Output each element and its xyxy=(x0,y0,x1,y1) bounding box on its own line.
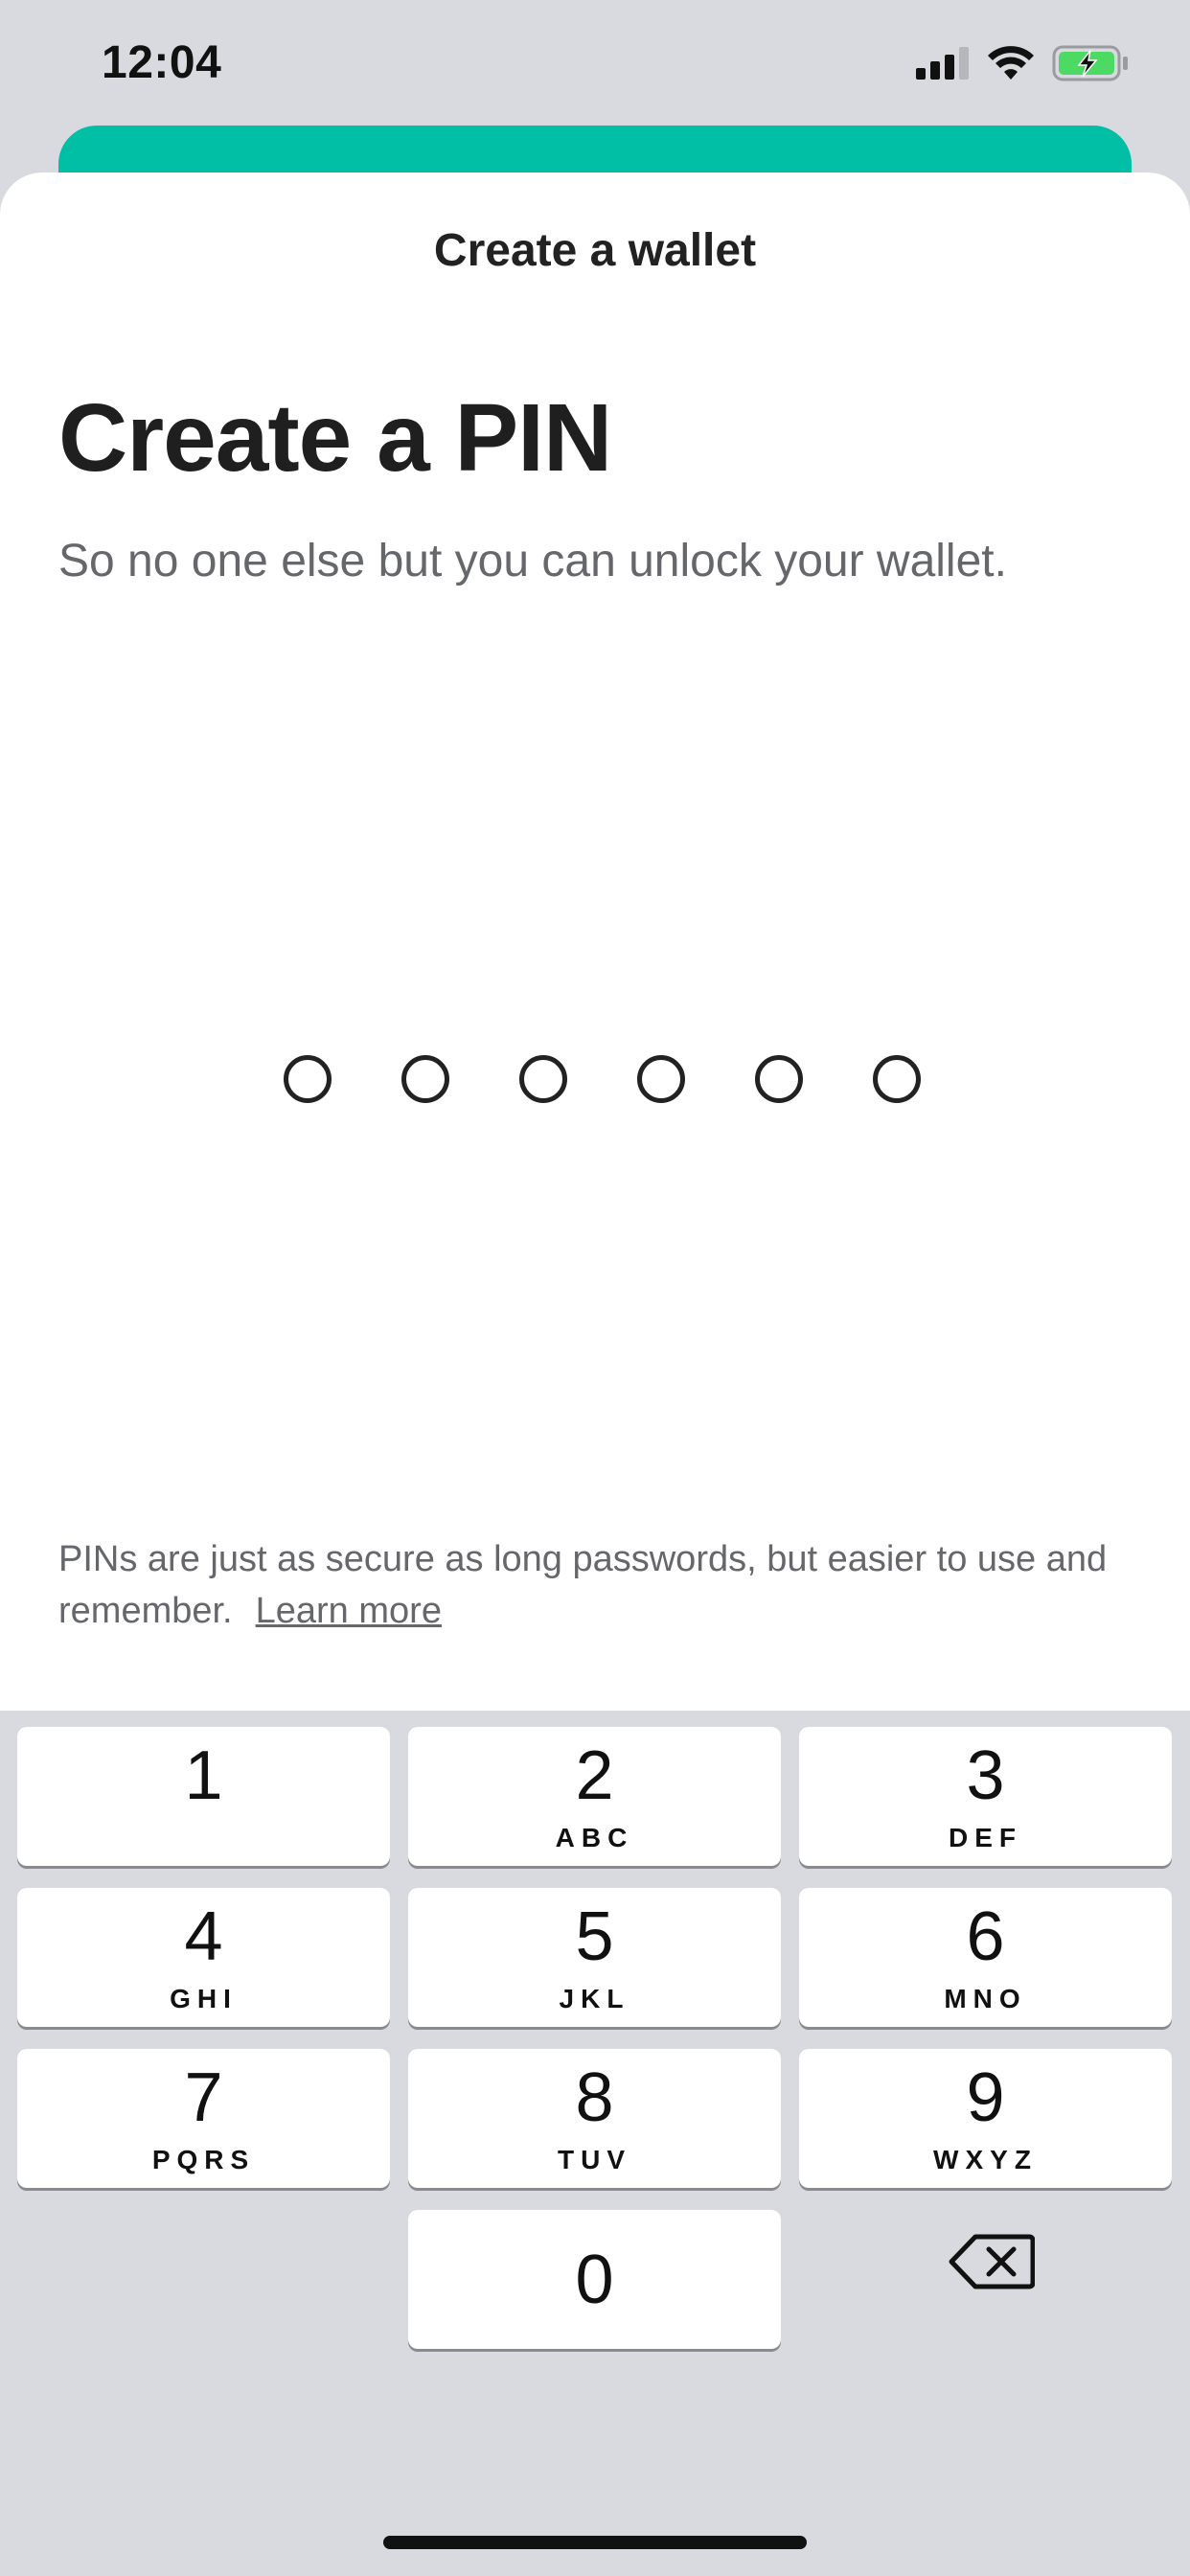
key-digit: 8 xyxy=(575,2059,614,2136)
key-letters: DEF xyxy=(949,1823,1022,1852)
key-digit: 5 xyxy=(575,1898,614,1975)
numeric-keypad: 1 2 ABC 3 DEF 4 GHI 5 JKL 6 MNO 7 PQRS 8… xyxy=(0,1711,1190,2576)
key-letters: JKL xyxy=(559,1984,630,2013)
key-0[interactable]: 0 xyxy=(408,2210,781,2349)
key-letters: TUV xyxy=(558,2145,631,2174)
pin-dot xyxy=(755,1055,803,1103)
key-digit: 7 xyxy=(184,2059,223,2136)
key-1[interactable]: 1 xyxy=(17,1727,390,1866)
key-8[interactable]: 8 TUV xyxy=(408,2049,781,2188)
page-subheading: So no one else but you can unlock your w… xyxy=(58,536,1007,586)
key-7[interactable]: 7 PQRS xyxy=(17,2049,390,2188)
status-time: 12:04 xyxy=(102,37,222,88)
pin-indicator xyxy=(284,1055,921,1103)
key-5[interactable]: 5 JKL xyxy=(408,1888,781,2027)
pin-info-text: PINs are just as secure as long password… xyxy=(58,1539,1108,1631)
pin-dot xyxy=(401,1055,449,1103)
backspace-button[interactable] xyxy=(949,2233,1036,2290)
key-digit: 0 xyxy=(575,2242,614,2318)
pin-dot xyxy=(284,1055,332,1103)
key-9[interactable]: 9 WXYZ xyxy=(799,2049,1172,2188)
key-digit: 6 xyxy=(966,1898,1005,1975)
key-letters: GHI xyxy=(170,1984,238,2013)
key-digit: 4 xyxy=(184,1898,223,1975)
battery-charging-icon xyxy=(1052,45,1129,86)
wifi-icon xyxy=(987,45,1035,86)
modal-title: Create a wallet xyxy=(433,225,757,276)
page-heading: Create a PIN xyxy=(58,384,612,492)
pin-dot xyxy=(637,1055,685,1103)
key-digit: 2 xyxy=(575,1737,614,1814)
pin-dot xyxy=(519,1055,567,1103)
learn-more-link[interactable]: Learn more xyxy=(256,1591,442,1631)
create-wallet-modal: Create a wallet Create a PIN So no one e… xyxy=(0,172,1190,1711)
key-digit: 1 xyxy=(184,1737,223,1814)
key-4[interactable]: 4 GHI xyxy=(17,1888,390,2027)
home-indicator[interactable] xyxy=(383,2536,807,2549)
key-3[interactable]: 3 DEF xyxy=(799,1727,1172,1866)
pin-dot xyxy=(873,1055,921,1103)
key-6[interactable]: 6 MNO xyxy=(799,1888,1172,2027)
key-letters: ABC xyxy=(555,1823,634,1852)
key-digit: 3 xyxy=(966,1737,1005,1814)
pin-info: PINs are just as secure as long password… xyxy=(58,1533,1132,1637)
key-2[interactable]: 2 ABC xyxy=(408,1727,781,1866)
cellular-signal-icon xyxy=(916,46,970,84)
key-letters: MNO xyxy=(944,1984,1027,2013)
status-bar: 12:04 xyxy=(0,0,1190,125)
key-letters: WXYZ xyxy=(933,2145,1038,2174)
status-icons xyxy=(916,44,1129,86)
backspace-icon xyxy=(949,2234,1036,2289)
key-digit: 9 xyxy=(966,2059,1005,2136)
key-letters: PQRS xyxy=(151,2145,256,2174)
